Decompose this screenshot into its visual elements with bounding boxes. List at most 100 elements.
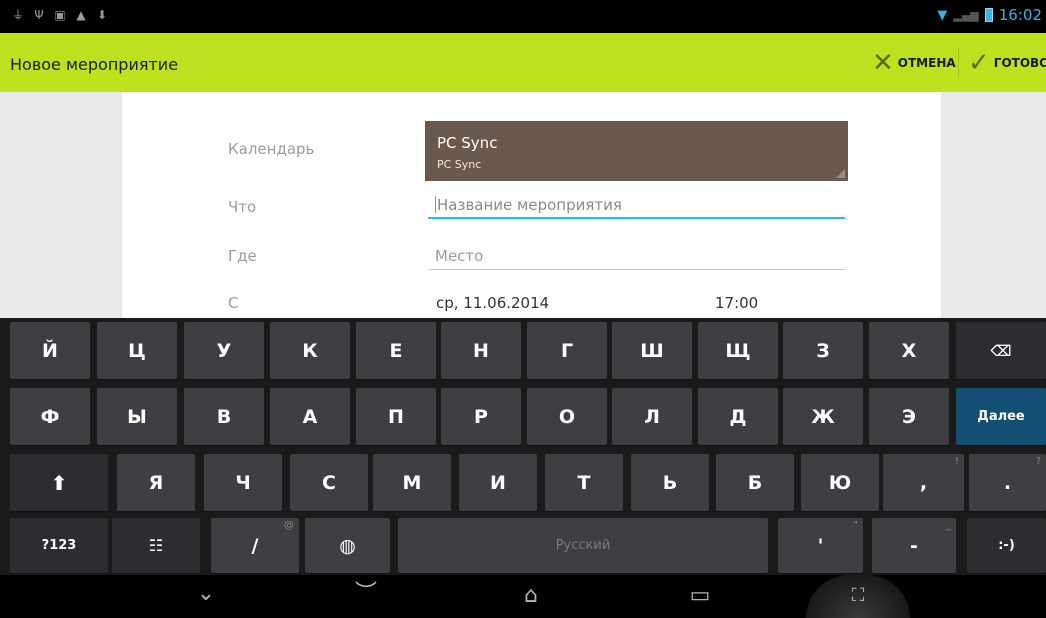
letter-key[interactable]: Э <box>869 388 949 445</box>
letter-key-label: С <box>322 471 336 494</box>
screenshot-icon[interactable]: ⛶ <box>838 583 878 609</box>
letter-key-label: Й <box>42 339 58 362</box>
letter-key[interactable]: Р <box>441 388 521 445</box>
cancel-label: ОТМЕНА <box>897 55 956 70</box>
letter-key-label: М <box>402 471 422 494</box>
next-label: Далее <box>977 409 1025 424</box>
shift-key[interactable]: ⬆ <box>10 454 108 511</box>
apostrophe-key[interactable]: ' " <box>778 518 863 573</box>
picture-icon: ▣ <box>54 8 66 22</box>
globe-icon: ◍ <box>339 534 356 557</box>
letter-key[interactable]: Г <box>527 322 607 379</box>
calendar-name: PC Sync <box>437 134 498 152</box>
letter-key[interactable]: О <box>527 388 607 445</box>
shift-icon: ⬆ <box>50 470 68 495</box>
close-icon: ✕ <box>872 47 894 78</box>
usb-debug-icon: Ψ <box>34 8 44 22</box>
start-date[interactable]: ср, 11.06.2014 <box>436 294 549 312</box>
letter-key[interactable]: Х <box>869 322 949 379</box>
letter-key[interactable]: Ч <box>204 454 282 511</box>
letter-key[interactable]: Л <box>612 388 692 445</box>
apostrophe-hint: " <box>853 520 858 531</box>
title-input[interactable]: Название мероприятия <box>428 193 845 219</box>
letter-key[interactable]: Е <box>356 322 436 379</box>
letter-key[interactable]: Ф <box>10 388 90 445</box>
smiley-key[interactable]: :-) <box>967 518 1046 573</box>
letter-key[interactable]: Й <box>10 322 90 379</box>
text-cursor <box>435 196 436 213</box>
recent-apps-icon[interactable]: ▭ <box>680 583 720 609</box>
letter-key-label: Ф <box>40 405 60 428</box>
letter-key[interactable]: Н <box>441 322 521 379</box>
hide-keyboard-icon[interactable]: ⌄ <box>186 581 226 607</box>
backspace-key[interactable]: ⌫ <box>956 322 1046 379</box>
letter-key[interactable]: А <box>270 388 350 445</box>
period-hint: ? <box>1035 456 1041 467</box>
home-icon[interactable]: ⌂ <box>511 583 551 609</box>
letter-key-label: О <box>558 405 576 428</box>
letter-key[interactable]: Щ <box>698 322 778 379</box>
letter-key-label: К <box>302 339 318 362</box>
calendar-spinner[interactable]: PC Sync PC Sync <box>425 121 848 181</box>
letter-key[interactable]: Т <box>545 454 623 511</box>
letter-key-label: Х <box>901 339 917 362</box>
letter-key[interactable]: Д <box>698 388 778 445</box>
letter-key[interactable]: Ы <box>97 388 177 445</box>
settings-sliders-icon: ☷ <box>148 536 164 555</box>
letter-key-label: Щ <box>725 339 751 362</box>
start-time[interactable]: 17:00 <box>715 294 758 312</box>
done-button[interactable]: ✓ ГОТОВО <box>968 45 1046 80</box>
letter-key[interactable]: Ц <box>97 322 177 379</box>
slash-label: / <box>251 534 259 557</box>
download-icon: ⬇ <box>96 8 108 22</box>
what-label: Что <box>228 198 257 216</box>
dash-key[interactable]: - _ <box>872 518 956 573</box>
location-input[interactable]: Место <box>428 244 845 270</box>
next-key[interactable]: Далее <box>956 388 1046 445</box>
letter-key[interactable]: У <box>184 322 264 379</box>
dash-hint: _ <box>946 520 951 531</box>
status-bar: ⏚ Ψ ▣ ▲ ⬇ ▼ ▂▄▆ 16:02 <box>0 0 1046 33</box>
letter-key-label: Б <box>747 471 763 494</box>
cancel-button[interactable]: ✕ ОТМЕНА <box>872 45 956 80</box>
letter-key-label: Ю <box>828 471 852 494</box>
letter-key[interactable]: К <box>270 322 350 379</box>
warning-icon: ▲ <box>76 8 86 22</box>
where-label: Где <box>228 247 257 265</box>
from-label: С <box>228 294 239 312</box>
letter-key[interactable]: С <box>290 454 368 511</box>
slash-key[interactable]: / @ <box>211 518 299 573</box>
letter-key-label: Т <box>577 471 591 494</box>
done-label: ГОТОВО <box>993 55 1046 70</box>
letter-key[interactable]: Ш <box>612 322 692 379</box>
settings-key[interactable]: ☷ <box>112 518 200 573</box>
letter-key-label: Ц <box>128 339 146 362</box>
space-key[interactable]: Русский <box>398 518 768 573</box>
letter-key[interactable]: Ю <box>801 454 879 511</box>
letter-key-label: Ь <box>662 471 678 494</box>
back-icon[interactable]: ︶ <box>346 581 386 607</box>
letter-key-label: В <box>216 405 232 428</box>
letter-key-label: Л <box>644 405 660 428</box>
symbols-key[interactable]: ?123 <box>10 518 108 573</box>
letter-key[interactable]: Б <box>716 454 794 511</box>
comma-key[interactable]: , ! <box>883 454 964 511</box>
letter-key[interactable]: Ь <box>631 454 709 511</box>
letter-key[interactable]: З <box>783 322 863 379</box>
signal-icon: ▂▄▆ <box>953 8 979 22</box>
letter-key[interactable]: Ж <box>783 388 863 445</box>
status-notification-icons: ⏚ Ψ ▣ ▲ ⬇ <box>12 7 108 23</box>
letter-key-label: А <box>302 405 318 428</box>
letter-key[interactable]: Я <box>117 454 195 511</box>
letter-key-label: Р <box>474 405 488 428</box>
spinner-arrow-icon <box>836 169 845 178</box>
letter-key[interactable]: М <box>373 454 451 511</box>
period-key[interactable]: . ? <box>969 454 1046 511</box>
wifi-icon: ▼ <box>937 7 948 23</box>
letter-key[interactable]: И <box>459 454 537 511</box>
letter-key-label: Ч <box>235 471 251 494</box>
smiley-label: :-) <box>998 538 1015 553</box>
letter-key[interactable]: В <box>184 388 264 445</box>
language-key[interactable]: ◍ <box>305 518 390 573</box>
letter-key[interactable]: П <box>356 388 436 445</box>
